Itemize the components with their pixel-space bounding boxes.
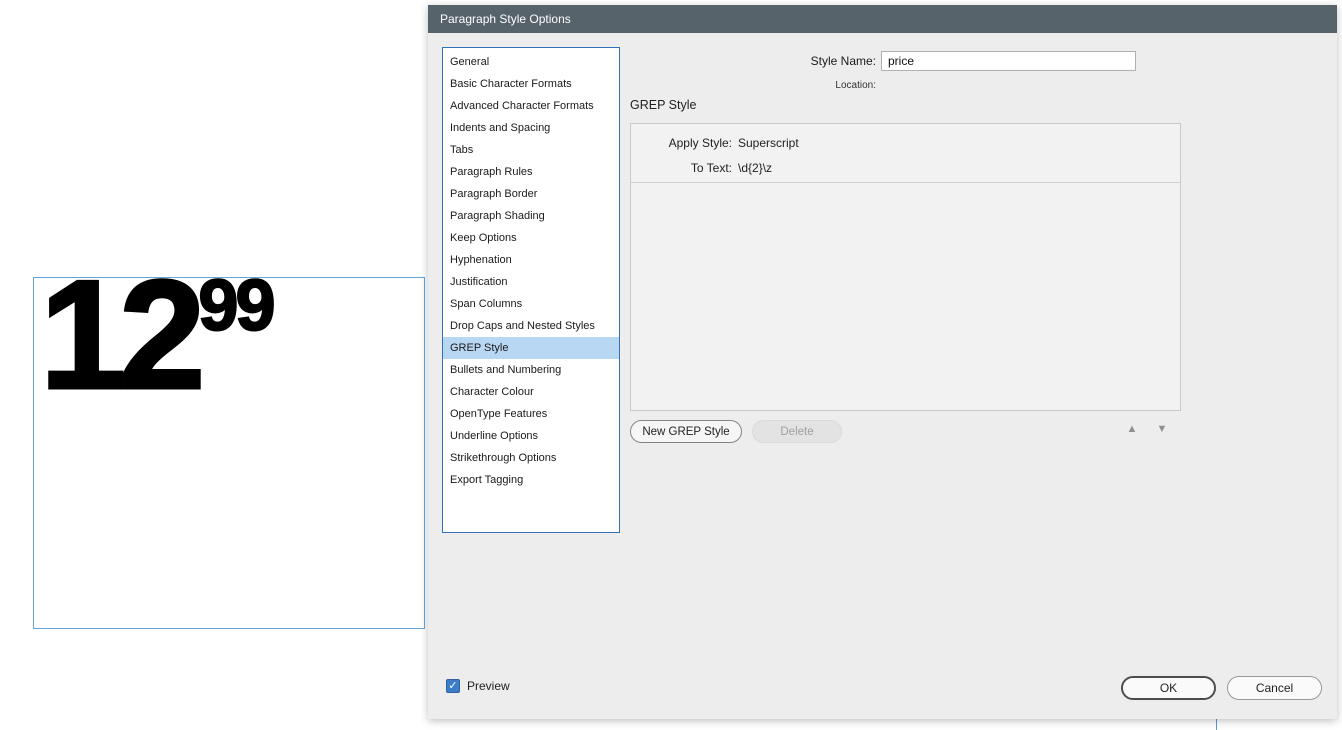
style-name-label: Style Name:: [758, 51, 876, 71]
sidebar-item-indents-and-spacing[interactable]: Indents and Spacing: [443, 117, 619, 139]
cancel-button[interactable]: Cancel: [1227, 676, 1322, 700]
sidebar-item-justification[interactable]: Justification: [443, 271, 619, 293]
sidebar-item-drop-caps-and-nested-styles[interactable]: Drop Caps and Nested Styles: [443, 315, 619, 337]
sidebar-item-general[interactable]: General: [443, 51, 619, 73]
preview-label: Preview: [467, 679, 510, 693]
sidebar-item-advanced-character-formats[interactable]: Advanced Character Formats: [443, 95, 619, 117]
sidebar-item-tabs[interactable]: Tabs: [443, 139, 619, 161]
paragraph-style-options-dialog: Paragraph Style Options General Basic Ch…: [428, 5, 1337, 719]
sidebar-item-strikethrough-options[interactable]: Strikethrough Options: [443, 447, 619, 469]
grep-style-entry[interactable]: Apply Style: Superscript To Text: \d{2}\…: [631, 124, 1180, 183]
delete-button[interactable]: Delete: [752, 420, 842, 443]
to-text-value[interactable]: \d{2}\z: [738, 161, 772, 175]
grep-style-list-panel: Apply Style: Superscript To Text: \d{2}\…: [630, 123, 1181, 411]
sidebar-item-hyphenation[interactable]: Hyphenation: [443, 249, 619, 271]
apply-style-label: Apply Style:: [631, 136, 732, 150]
new-grep-style-button[interactable]: New GREP Style: [630, 420, 742, 443]
dialog-title: Paragraph Style Options: [440, 12, 571, 26]
price-text: 1299: [40, 242, 273, 428]
sidebar-item-span-columns[interactable]: Span Columns: [443, 293, 619, 315]
move-up-icon[interactable]: ▲: [1122, 423, 1142, 435]
sidebar-item-paragraph-border[interactable]: Paragraph Border: [443, 183, 619, 205]
preview-checkbox[interactable]: ✓: [446, 679, 460, 693]
to-text-label: To Text:: [631, 161, 732, 175]
sidebar-item-character-colour[interactable]: Character Colour: [443, 381, 619, 403]
sidebar-item-paragraph-shading[interactable]: Paragraph Shading: [443, 205, 619, 227]
sidebar-item-underline-options[interactable]: Underline Options: [443, 425, 619, 447]
location-label: Location:: [758, 79, 876, 93]
ok-button[interactable]: OK: [1121, 676, 1216, 700]
style-name-input[interactable]: [881, 51, 1136, 71]
sidebar-item-opentype-features[interactable]: OpenType Features: [443, 403, 619, 425]
preview-control: ✓ Preview: [446, 678, 510, 694]
move-down-icon[interactable]: ▼: [1152, 423, 1172, 435]
sidebar-item-grep-style[interactable]: GREP Style: [443, 337, 619, 359]
sidebar-item-keep-options[interactable]: Keep Options: [443, 227, 619, 249]
sidebar-item-export-tagging[interactable]: Export Tagging: [443, 469, 619, 491]
style-options-list: General Basic Character Formats Advanced…: [442, 47, 620, 533]
price-main: 12: [40, 248, 198, 421]
sidebar-item-basic-character-formats[interactable]: Basic Character Formats: [443, 73, 619, 95]
text-frame[interactable]: 1299: [33, 277, 425, 629]
price-superscript: 99: [198, 266, 272, 346]
sidebar-item-bullets-and-numbering[interactable]: Bullets and Numbering: [443, 359, 619, 381]
grep-style-heading: GREP Style: [630, 98, 696, 112]
apply-style-value[interactable]: Superscript: [738, 136, 799, 150]
sidebar-item-paragraph-rules[interactable]: Paragraph Rules: [443, 161, 619, 183]
dialog-titlebar[interactable]: Paragraph Style Options: [428, 5, 1337, 33]
